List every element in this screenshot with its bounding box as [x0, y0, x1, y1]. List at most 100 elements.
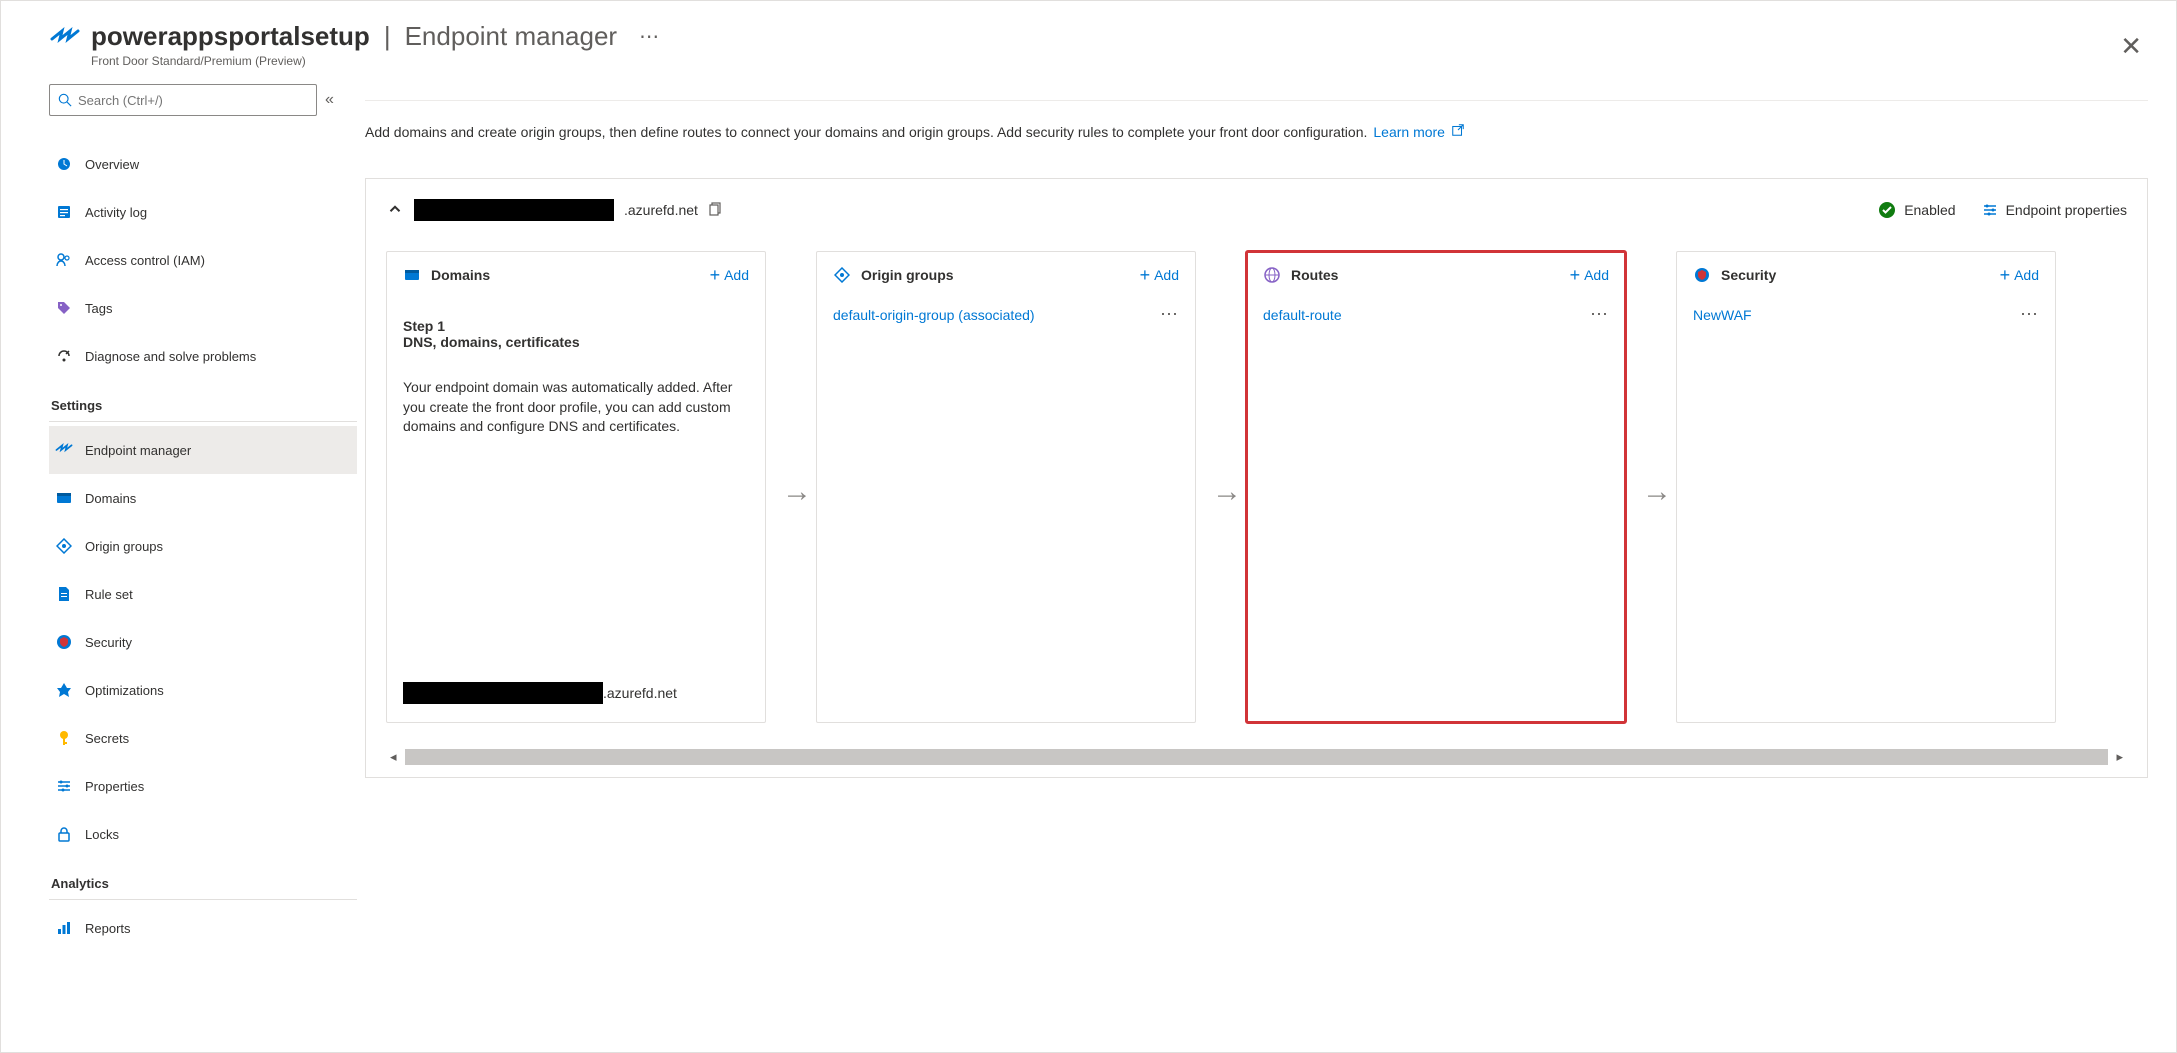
sidebar-menu: Overview Activity log Access control (IA…	[49, 140, 357, 952]
horizontal-scrollbar[interactable]: ◂ ▸	[386, 747, 2127, 767]
rule-set-icon	[55, 585, 73, 603]
endpoint-header-row: .azurefd.net Enabled Endpoint properties	[386, 199, 2127, 221]
sliders-icon	[1982, 202, 1998, 218]
sidebar-item-domains[interactable]: Domains	[49, 474, 357, 522]
sidebar-item-optimizations[interactable]: Optimizations	[49, 666, 357, 714]
endpoint-manager-icon	[55, 441, 73, 459]
overview-icon	[55, 155, 73, 173]
activity-log-icon	[55, 203, 73, 221]
copy-icon[interactable]	[708, 201, 724, 220]
locks-icon	[55, 825, 73, 843]
domains-icon	[55, 489, 73, 507]
sidebar-item-reports[interactable]: Reports	[49, 904, 357, 952]
security-card: Security +Add NewWAF ⋯	[1676, 251, 2056, 723]
properties-icon	[55, 777, 73, 795]
enabled-status: Enabled	[1878, 201, 1955, 219]
sidebar-item-origin-groups[interactable]: Origin groups	[49, 522, 357, 570]
route-row: default-route ⋯	[1247, 298, 1625, 331]
title-separator: |	[384, 21, 391, 52]
sidebar-item-iam[interactable]: Access control (IAM)	[49, 236, 357, 284]
sidebar-item-label: Tags	[85, 301, 112, 316]
arrow-icon: →	[782, 475, 812, 509]
header-more-button[interactable]: ⋯	[639, 24, 659, 49]
sidebar-item-activity-log[interactable]: Activity log	[49, 188, 357, 236]
sidebar-item-label: Optimizations	[85, 683, 164, 698]
card-title: Origin groups	[861, 267, 954, 283]
endpoint-canvas: .azurefd.net Enabled Endpoint properties	[365, 178, 2148, 778]
tags-icon	[55, 299, 73, 317]
sidebar-item-tags[interactable]: Tags	[49, 284, 357, 332]
sidebar-section-settings: Settings	[51, 398, 357, 413]
step-title: Step 1	[403, 318, 749, 334]
add-security-button[interactable]: +Add	[2000, 266, 2039, 284]
endpoint-properties-label: Endpoint properties	[2006, 202, 2127, 218]
search-input[interactable]	[49, 84, 317, 116]
origin-groups-card: Origin groups +Add default-origin-group …	[816, 251, 1196, 723]
origin-group-link[interactable]: default-origin-group (associated)	[833, 307, 1035, 323]
divider	[49, 899, 357, 900]
resource-name: powerappsportalsetup	[91, 21, 370, 52]
scroll-left-button[interactable]: ◂	[386, 749, 401, 765]
security-policy-row: NewWAF ⋯	[1677, 298, 2055, 331]
routes-icon	[1263, 266, 1281, 284]
sidebar-item-secrets[interactable]: Secrets	[49, 714, 357, 762]
sidebar-item-security[interactable]: Security	[49, 618, 357, 666]
security-policy-link[interactable]: NewWAF	[1693, 307, 1752, 323]
route-link[interactable]: default-route	[1263, 307, 1342, 323]
domains-card: Domains +Add Step 1 DNS, domains, certif…	[386, 251, 766, 723]
security-icon	[55, 633, 73, 651]
card-title: Routes	[1291, 267, 1338, 283]
sidebar-item-label: Security	[85, 635, 132, 650]
sidebar-item-rule-set[interactable]: Rule set	[49, 570, 357, 618]
endpoint-properties-button[interactable]: Endpoint properties	[1982, 202, 2127, 218]
sidebar-item-label: Diagnose and solve problems	[85, 349, 256, 364]
page-title: Endpoint manager	[405, 21, 617, 52]
title-block: powerappsportalsetup | Endpoint manager …	[91, 21, 659, 68]
sidebar-item-label: Activity log	[85, 205, 147, 220]
scroll-right-button[interactable]: ▸	[2112, 749, 2127, 765]
search-field[interactable]	[78, 93, 308, 108]
scrollbar-track[interactable]	[405, 749, 2109, 765]
step-subtitle: DNS, domains, certificates	[403, 334, 749, 350]
front-door-resource-icon	[49, 25, 81, 53]
sidebar-item-locks[interactable]: Locks	[49, 810, 357, 858]
row-more-button[interactable]: ⋯	[2020, 304, 2039, 325]
intro-text: Add domains and create origin groups, th…	[365, 124, 1367, 140]
secrets-icon	[55, 729, 73, 747]
divider	[49, 421, 357, 422]
enabled-label: Enabled	[1904, 202, 1955, 218]
diagnose-icon	[55, 347, 73, 365]
close-blade-button[interactable]: ✕	[2120, 33, 2142, 59]
divider	[365, 100, 2148, 101]
redacted-hostname	[403, 682, 603, 704]
learn-more-link[interactable]: Learn more	[1373, 124, 1445, 140]
sidebar-item-label: Reports	[85, 921, 131, 936]
domain-suffix: .azurefd.net	[603, 685, 677, 701]
add-origin-group-button[interactable]: +Add	[1140, 266, 1179, 284]
sidebar-item-endpoint-manager[interactable]: Endpoint manager	[49, 426, 357, 474]
sidebar-item-label: Access control (IAM)	[85, 253, 205, 268]
collapse-sidebar-button[interactable]: «	[325, 91, 334, 109]
domains-icon	[403, 266, 421, 284]
row-more-button[interactable]: ⋯	[1590, 304, 1609, 325]
add-domain-button[interactable]: +Add	[710, 266, 749, 284]
origin-group-row: default-origin-group (associated) ⋯	[817, 298, 1195, 331]
security-icon	[1693, 266, 1711, 284]
optimizations-icon	[55, 681, 73, 699]
arrow-icon: →	[1642, 475, 1672, 509]
row-more-button[interactable]: ⋯	[1160, 304, 1179, 325]
card-title: Domains	[431, 267, 490, 283]
routes-card: Routes +Add default-route ⋯	[1246, 251, 1626, 723]
intro-text-row: Add domains and create origin groups, th…	[365, 123, 2148, 140]
sidebar: « Overview Activity log Access control (…	[49, 78, 365, 952]
sidebar-item-properties[interactable]: Properties	[49, 762, 357, 810]
main-panel: Add domains and create origin groups, th…	[365, 78, 2176, 952]
add-route-button[interactable]: +Add	[1570, 266, 1609, 284]
origin-groups-icon	[833, 266, 851, 284]
step-description: Your endpoint domain was automatically a…	[403, 378, 749, 437]
sidebar-item-overview[interactable]: Overview	[49, 140, 357, 188]
sidebar-item-label: Secrets	[85, 731, 129, 746]
sidebar-item-diagnose[interactable]: Diagnose and solve problems	[49, 332, 357, 380]
expand-toggle[interactable]	[386, 200, 404, 221]
redacted-hostname	[414, 199, 614, 221]
